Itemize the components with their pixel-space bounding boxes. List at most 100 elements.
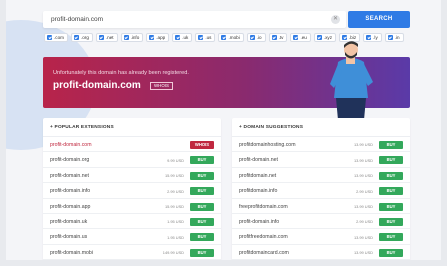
tld-checkbox[interactable]: .info [120,33,144,42]
checkbox-checked-icon [198,35,204,40]
domain-row: profit-domain.info 2.99 USD BUY [43,183,221,199]
buy-button[interactable]: BUY [190,171,214,180]
domain-name: profit-domain.us [50,234,88,241]
tld-checkbox[interactable]: .org [70,33,93,42]
buy-button[interactable]: BUY [379,156,403,165]
domain-price: 1.95 USD [167,234,184,240]
search-button[interactable]: SEARCH [348,11,410,28]
checkbox-checked-icon [293,35,299,40]
domain-price: 15.99 USD [164,203,184,209]
domain-row: profitdomain.info 2.99 USD BUY [232,183,410,199]
tld-label: .in [394,35,400,40]
checkbox-checked-icon [123,35,129,40]
domain-row: profit-domain.us 1.95 USD BUY [43,229,221,245]
domain-price: 9.99 USD [167,157,184,163]
domain-suggestions-panel: + DOMAIN SUGGESTIONS profitdomainhosting… [232,118,410,260]
page-frame: profit-domain.com ✕ SEARCH .com .org .net.… [6,0,441,260]
checkbox-checked-icon [221,35,227,40]
tld-checkbox[interactable]: .com [44,33,68,42]
tld-label: .eu [300,35,307,40]
buy-button[interactable]: BUY [379,248,403,257]
domain-row: profitfreedomain.com 13.99 USD BUY [232,229,410,245]
domain-price: 1.95 USD [167,219,184,225]
buy-button[interactable]: BUY [379,233,403,242]
buy-button[interactable]: BUY [190,217,214,226]
checkbox-checked-icon [98,35,104,40]
domain-name: profit-domain.net [50,172,89,179]
tld-label: .org [80,35,89,40]
domain-price: 13.99 USD [353,157,373,163]
domain-name: profitdomainhosting.com [239,142,296,148]
buy-button[interactable]: BUY [190,187,214,196]
domain-row: profit-domain.app 15.99 USD BUY [43,199,221,214]
tld-checkbox[interactable]: .eu [290,33,311,42]
domain-name: profit-domain.info [239,218,280,225]
tld-label: .com [54,35,64,40]
checkbox-checked-icon [73,35,79,40]
banner-domain: profit-domain.com [53,80,141,91]
tld-checkbox[interactable]: .in [384,33,404,42]
buy-button[interactable]: BUY [379,202,403,211]
domain-price: 149.99 USD [162,250,184,256]
tld-checkbox[interactable]: .net [95,33,118,42]
tld-checkbox[interactable]: .io [246,33,266,42]
close-icon[interactable]: ✕ [331,15,340,24]
buy-button[interactable]: BUY [379,217,403,226]
domain-price: 13.99 USD [353,203,373,209]
domain-row: profit-domain.org 9.99 USD BUY [43,152,221,168]
tld-checkbox[interactable]: .mobi [218,33,244,42]
buy-button[interactable]: BUY [379,187,403,196]
buy-button[interactable]: BUY [190,202,214,211]
domain-name: profitdomain.net [239,172,277,179]
domain-name: profit-domain.app [50,203,91,210]
tld-label: .uk [182,35,189,40]
domain-name: freeprofitdomain.com [239,203,288,210]
checkbox-checked-icon [47,35,52,40]
checkbox-checked-icon [316,35,322,40]
domain-row: profitdomain.net 13.99 USD BUY [232,168,410,184]
domain-price: 15.99 USD [164,173,184,179]
domain-name: profit-domain.mobi [50,249,93,256]
domain-price: 13.99 USD [353,142,373,148]
tld-checkbox[interactable]: .us [195,33,216,42]
domain-row: freeprofitdomain.com 13.99 USD BUY [232,199,410,214]
domain-price: 13.99 USD [353,250,373,256]
domain-name: profit-domain.uk [50,218,88,225]
tld-label: .tv [278,35,284,40]
tld-label: .net [105,35,114,40]
tld-checkbox[interactable]: .app [146,33,170,42]
person-illustration [330,41,373,120]
domain-name: profitdomain.info [239,188,278,195]
domain-row: profit-domain.com WHOIS [43,137,221,153]
buy-button[interactable]: BUY [379,141,403,149]
tld-checkbox[interactable]: .uk [172,33,193,42]
tld-label: .mobi [228,35,240,40]
checkbox-checked-icon [249,35,255,40]
domain-suggestions-title: + DOMAIN SUGGESTIONS [232,118,410,137]
domain-price: 2.99 USD [356,188,373,194]
checkbox-checked-icon [271,35,277,40]
domain-name: profit-domain.info [50,188,91,195]
buy-button[interactable]: BUY [190,248,214,257]
popular-extensions-panel: + POPULAR EXTENSIONS profit-domain.com WH… [43,118,221,260]
tld-label: .info [130,35,140,40]
search-input-value: profit-domain.com [51,16,104,23]
whois-button[interactable]: WHOIS [190,141,214,149]
domain-name: profitdomaincard.com [239,249,289,256]
banner-message: Unfortunately this domain has already be… [53,70,189,76]
buy-button[interactable]: BUY [379,171,403,180]
search-input[interactable]: profit-domain.com ✕ [43,11,346,28]
domain-price: 2.99 USD [356,219,373,225]
popular-extensions-title: + POPULAR EXTENSIONS [43,118,221,137]
tld-checkbox[interactable]: .tv [268,33,288,42]
domain-row: profit-domain.uk 1.95 USD BUY [43,214,221,230]
domain-row: profit-domain.net 13.99 USD BUY [232,152,410,168]
tld-label: .us [205,35,212,40]
domain-price: 13.99 USD [353,234,373,240]
buy-button[interactable]: BUY [190,233,214,242]
domain-price: 2.99 USD [167,188,184,194]
checkbox-checked-icon [149,35,155,40]
domain-name: profit-domain.com [50,142,92,148]
buy-button[interactable]: BUY [190,156,214,165]
banner-whois-button[interactable]: WHOIS [150,82,173,90]
